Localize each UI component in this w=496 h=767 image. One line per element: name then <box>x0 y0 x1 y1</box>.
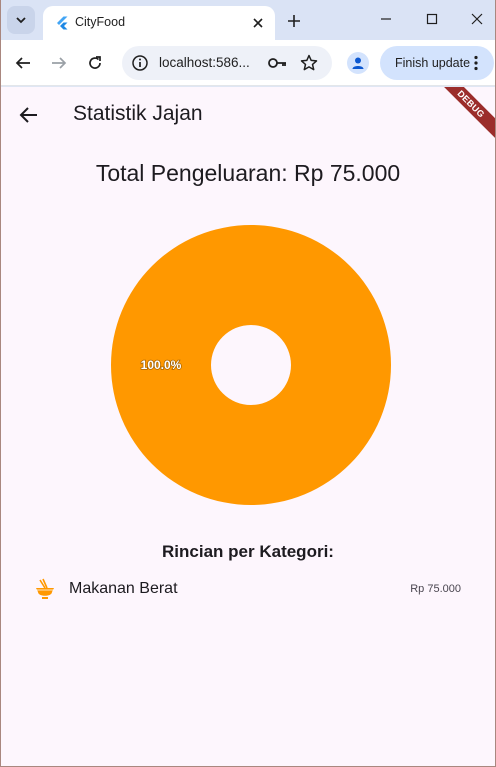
category-amount: Rp 75.000 <box>410 583 461 595</box>
finish-update-label: Finish update <box>395 56 471 70</box>
close-icon <box>253 18 263 28</box>
minimize-icon <box>381 18 391 20</box>
person-icon <box>352 57 364 69</box>
category-section-title: Rincian per Kategori: <box>162 542 334 561</box>
forward-button[interactable] <box>47 51 71 75</box>
key-icon[interactable] <box>267 55 287 71</box>
arrow-left-icon <box>15 57 30 69</box>
more-vert-icon[interactable] <box>474 55 478 71</box>
total-expense: Total Pengeluaran: Rp 75.000 <box>95 160 401 186</box>
chart-slice-label: 100.0% <box>141 358 182 372</box>
category-row: Makanan Berat Rp 75.000 <box>1 574 495 604</box>
profile-button[interactable] <box>347 52 369 74</box>
app-viewport: Statistik Jajan DEBUG Total Pengeluaran:… <box>1 87 495 766</box>
minimize-button[interactable] <box>375 8 397 30</box>
close-icon <box>471 13 483 25</box>
maximize-button[interactable] <box>421 8 443 30</box>
tab-cityfood[interactable]: CityFood <box>43 6 275 40</box>
address-bar[interactable]: localhost:586... <box>122 46 332 80</box>
new-tab-button[interactable] <box>283 10 305 32</box>
category-name: Makanan Berat <box>69 580 178 597</box>
site-info-icon[interactable] <box>131 54 149 72</box>
reload-button[interactable] <box>83 51 107 75</box>
noodle-bowl-icon <box>36 578 54 599</box>
plus-icon <box>288 15 300 27</box>
flutter-icon <box>57 16 68 30</box>
tab-title: CityFood <box>75 15 126 29</box>
url-text[interactable]: localhost:586... <box>159 55 254 70</box>
browser-toolbar: localhost:586... Finish update <box>1 40 495 86</box>
arrow-right-icon <box>52 57 67 69</box>
maximize-icon <box>426 13 438 25</box>
expense-donut-chart: 100.0% <box>111 225 391 505</box>
back-arrow-icon[interactable] <box>17 103 41 127</box>
browser-window: CityFood localhost:586... Finish update … <box>1 0 495 766</box>
page-title: Statistik Jajan <box>73 102 203 125</box>
tab-strip: CityFood <box>1 0 495 40</box>
close-window-button[interactable] <box>466 8 488 30</box>
close-tab-button[interactable] <box>249 14 267 32</box>
tab-search-button[interactable] <box>7 6 35 34</box>
chevron-down-icon <box>16 17 26 24</box>
back-button[interactable] <box>11 51 35 75</box>
debug-banner: DEBUG <box>432 87 495 143</box>
finish-update-button[interactable]: Finish update <box>380 46 494 80</box>
star-icon[interactable] <box>300 54 318 72</box>
reload-icon <box>89 56 101 69</box>
